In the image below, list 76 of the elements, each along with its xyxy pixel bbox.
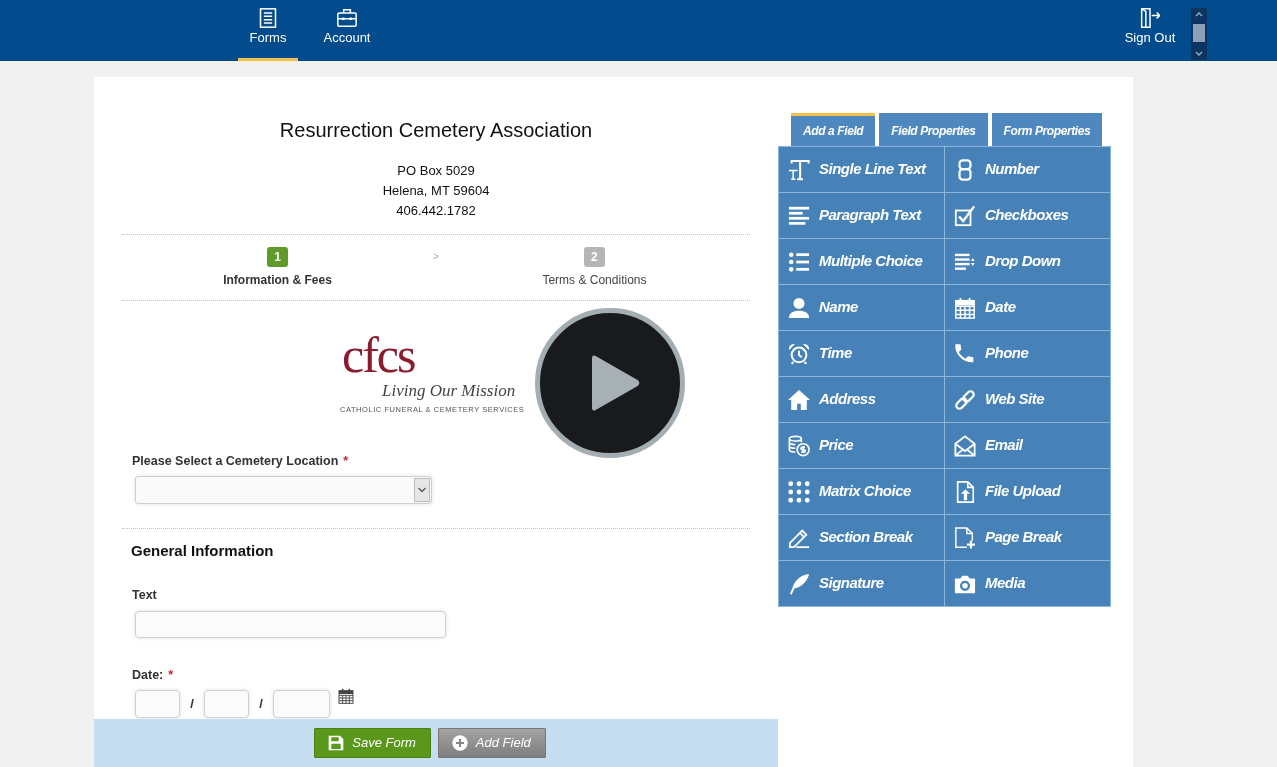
sign-out-link[interactable]: Sign Out bbox=[1120, 0, 1180, 61]
field-type-button[interactable]: Web Site bbox=[945, 377, 1110, 422]
plus-circle-icon bbox=[451, 735, 468, 751]
field-type-button[interactable]: Price bbox=[779, 423, 944, 468]
paragraph-lines-icon bbox=[788, 204, 810, 227]
field-label: Please Select a Cemetery Location bbox=[132, 453, 339, 470]
calendar-icon bbox=[954, 296, 976, 319]
scroll-bar[interactable] bbox=[1191, 8, 1207, 60]
required-marker: * bbox=[168, 667, 174, 684]
nav-tab[interactable]: Account bbox=[317, 0, 377, 61]
field-type-button[interactable]: File Upload bbox=[945, 469, 1110, 514]
form-title: Resurrection Cemetery Association bbox=[278, 118, 594, 143]
field-type-button[interactable]: Email bbox=[945, 423, 1110, 468]
checkbox-icon bbox=[954, 204, 976, 227]
field-type-button[interactable]: Number bbox=[945, 147, 1110, 192]
step-separator: > bbox=[433, 250, 439, 264]
coins-icon bbox=[788, 434, 810, 457]
date-separator: / bbox=[258, 695, 264, 713]
logo-tagline: Living Our Mission bbox=[382, 380, 516, 402]
chain-link-icon bbox=[954, 388, 976, 411]
field-type-button[interactable]: Drop Down bbox=[945, 239, 1110, 284]
date-separator: / bbox=[189, 695, 195, 713]
step-number: 2 bbox=[583, 247, 605, 267]
play-icon bbox=[592, 354, 640, 412]
step-number: 1 bbox=[267, 247, 289, 267]
field-type-button[interactable]: Date bbox=[945, 285, 1110, 330]
field-type-button[interactable]: Matrix Choice bbox=[779, 469, 944, 514]
field-type-button[interactable]: Name bbox=[779, 285, 944, 330]
field-label: Text bbox=[132, 587, 157, 604]
date-input[interactable] bbox=[204, 690, 249, 718]
select-field[interactable] bbox=[135, 476, 432, 504]
alarm-clock-icon bbox=[788, 342, 810, 365]
field-type-button[interactable]: Paragraph Text bbox=[779, 193, 944, 238]
field-type-button[interactable]: Checkboxes bbox=[945, 193, 1110, 238]
address-line: PO Box 5029 bbox=[396, 162, 476, 180]
page-add-icon bbox=[954, 526, 976, 549]
address-line: 406.442.1782 bbox=[395, 202, 477, 220]
section-heading: General Information bbox=[131, 541, 275, 561]
file-upload-icon bbox=[954, 480, 976, 503]
field-type-button[interactable]: Page Break bbox=[945, 515, 1110, 560]
panel-tab[interactable]: Field Properties bbox=[879, 113, 988, 146]
briefcase-icon bbox=[337, 8, 357, 28]
field-label: Date: bbox=[132, 667, 164, 684]
field-type-button[interactable]: Address bbox=[779, 377, 944, 422]
calendar-icon[interactable] bbox=[338, 688, 354, 704]
field-type-button[interactable]: Multiple Choice bbox=[779, 239, 944, 284]
field-type-button[interactable]: Section Break bbox=[779, 515, 944, 560]
date-input[interactable] bbox=[273, 690, 330, 718]
door-exit-icon bbox=[1140, 8, 1160, 28]
bulleted-list-icon bbox=[788, 250, 810, 273]
step-label: Information & Fees bbox=[223, 272, 332, 288]
panel-tab[interactable]: Add a Field bbox=[791, 113, 876, 146]
person-icon bbox=[788, 296, 810, 319]
open-envelope-icon bbox=[954, 434, 976, 457]
text-format-icon bbox=[788, 158, 810, 181]
field-type-button[interactable]: Media bbox=[945, 561, 1110, 606]
field-type-button[interactable]: Phone bbox=[945, 331, 1110, 376]
chevron-down-icon bbox=[414, 478, 430, 502]
date-input[interactable] bbox=[135, 690, 180, 718]
address-line: Helena, MT 59604 bbox=[381, 182, 491, 200]
house-icon bbox=[788, 388, 810, 411]
field-type-button[interactable]: Signature bbox=[779, 561, 944, 606]
field-type-button[interactable]: Single Line Text bbox=[779, 147, 944, 192]
nav-tab[interactable]: Forms bbox=[238, 0, 298, 61]
logo-monogram: cfcs bbox=[342, 330, 415, 380]
phone-handset-icon bbox=[954, 342, 976, 365]
field-type-button[interactable]: Time bbox=[779, 331, 944, 376]
feather-icon bbox=[788, 572, 810, 595]
step-label: Terms & Conditions bbox=[542, 272, 647, 288]
dot-grid-icon bbox=[788, 480, 810, 503]
text-input[interactable] bbox=[135, 611, 446, 638]
save-button[interactable]: Save Form bbox=[314, 728, 431, 758]
required-marker: * bbox=[343, 453, 349, 470]
add-button[interactable]: Add Field bbox=[437, 728, 546, 758]
document-icon bbox=[258, 8, 278, 28]
panel-tab[interactable]: Form Properties bbox=[991, 113, 1103, 146]
